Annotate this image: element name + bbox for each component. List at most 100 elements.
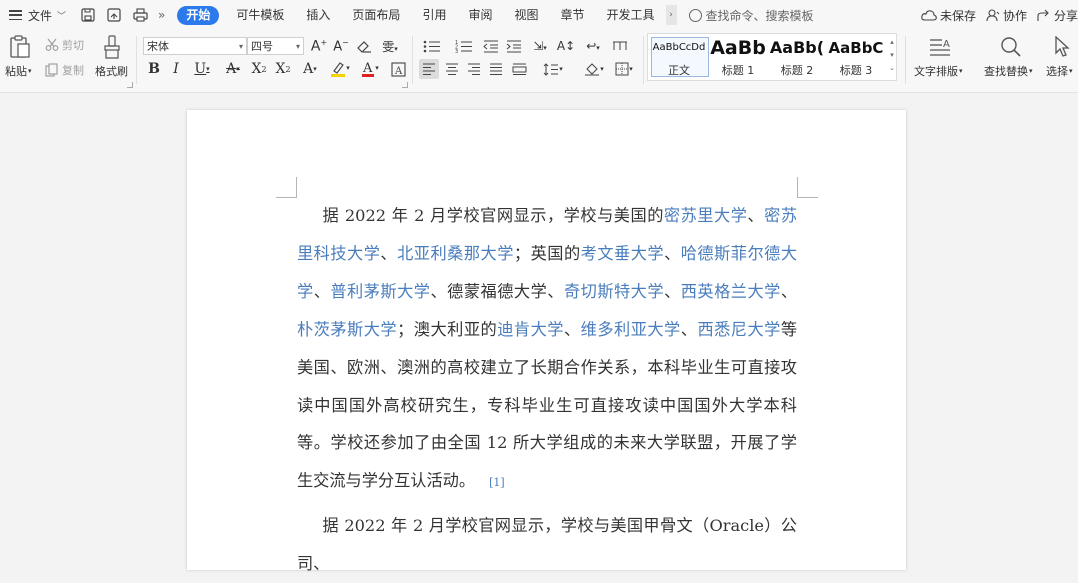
italic-icon[interactable]: I bbox=[167, 60, 185, 78]
document-canvas[interactable]: 据 2022 年 2 月学校官网显示，学校与美国的密苏里大学、密苏里科技大学、北… bbox=[0, 93, 1078, 573]
unsaved-status-button[interactable]: 未保存 bbox=[921, 7, 976, 24]
borders-icon[interactable]: ▾ bbox=[611, 60, 637, 78]
tab-page-layout[interactable]: 页面布局 bbox=[341, 0, 411, 30]
select-cursor-icon[interactable] bbox=[1050, 35, 1074, 59]
export-pdf-icon[interactable] bbox=[106, 7, 122, 23]
highlight-icon[interactable]: ▾ bbox=[327, 59, 353, 77]
shrink-font-icon[interactable]: A− bbox=[332, 37, 350, 55]
bullet-list-icon[interactable] bbox=[419, 37, 445, 55]
font-dialog-launcher[interactable] bbox=[402, 82, 408, 88]
line-spacing-icon[interactable]: ▾ bbox=[540, 60, 566, 78]
cut-button[interactable]: 剪切 bbox=[45, 37, 84, 53]
justify-icon[interactable] bbox=[487, 60, 505, 78]
chinese-layout-icon[interactable]: ⇲▾ bbox=[528, 37, 552, 55]
find-icon[interactable] bbox=[999, 35, 1023, 59]
font-color-icon[interactable]: A ▾ bbox=[358, 59, 382, 77]
university-link[interactable]: 迪肯大学 bbox=[497, 320, 564, 339]
paragraph-text: 等美国、欧洲、澳洲的高校建立了长期合作关系，本科毕业生可直接攻读中国国外高校研究… bbox=[297, 319, 798, 491]
tab-references[interactable]: 引用 bbox=[411, 0, 457, 30]
paste-button[interactable]: 粘贴 ▾ bbox=[5, 63, 32, 79]
align-left-icon[interactable] bbox=[419, 59, 439, 79]
decrease-indent-icon[interactable] bbox=[482, 37, 500, 55]
clear-formatting-icon[interactable] bbox=[355, 37, 373, 55]
grow-font-icon[interactable]: A+ bbox=[310, 37, 328, 55]
show-marks-icon[interactable]: ↩▾ bbox=[581, 37, 605, 55]
subscript-icon[interactable]: X2 bbox=[274, 60, 292, 78]
tab-sections[interactable]: 章节 bbox=[549, 0, 595, 30]
command-search[interactable]: 查找命令、搜索模板 bbox=[688, 7, 929, 24]
text-layout-button[interactable]: 文字排版 ▾ bbox=[914, 63, 963, 79]
file-menu-label: 文件 bbox=[28, 8, 53, 23]
paste-icon[interactable] bbox=[8, 34, 32, 60]
tab-review[interactable]: 审阅 bbox=[457, 0, 503, 30]
university-link[interactable]: 密苏里大学 bbox=[664, 206, 748, 225]
font-size-value: 四号 bbox=[251, 40, 273, 53]
body-paragraph-2[interactable]: 据 2022 年 2 月学校官网显示，学校与美国甲骨文（Oracle）公司、 bbox=[297, 507, 797, 583]
university-link[interactable]: 西悉尼大学 bbox=[697, 320, 780, 339]
style-heading-1[interactable]: AaBb 标题 1 bbox=[710, 34, 766, 78]
tab-home[interactable]: 开始 bbox=[177, 5, 220, 25]
superscript-icon[interactable]: X2 bbox=[250, 60, 268, 78]
tab-developer[interactable]: 开发工具 bbox=[596, 0, 666, 30]
menu-hamburger-icon bbox=[9, 10, 22, 20]
text-effects-icon[interactable]: A ▾ bbox=[298, 60, 322, 78]
university-link[interactable]: 维多利亚大学 bbox=[581, 320, 681, 339]
phonetic-guide-icon[interactable]: 雯▾ bbox=[378, 37, 402, 55]
cut-label: 剪切 bbox=[62, 39, 84, 52]
bold-icon[interactable]: B bbox=[145, 60, 163, 78]
style-heading-2-preview: AaBb( bbox=[769, 38, 825, 57]
tab-view[interactable]: 视图 bbox=[503, 0, 549, 30]
share-button[interactable]: 分享 bbox=[1037, 7, 1078, 24]
format-painter-label: 格式刷 bbox=[95, 65, 128, 78]
format-painter-icon[interactable] bbox=[101, 34, 123, 60]
select-label: 选择 bbox=[1046, 65, 1068, 78]
style-heading-3[interactable]: AaBbC 标题 3 bbox=[828, 34, 884, 78]
collaborate-user-icon bbox=[986, 8, 1000, 21]
character-border-icon[interactable]: A bbox=[389, 60, 407, 78]
university-link[interactable]: 北亚利桑那大学 bbox=[397, 244, 514, 263]
tab-templates[interactable]: 可牛模板 bbox=[225, 0, 295, 30]
svg-text:A: A bbox=[943, 39, 950, 50]
collaborate-button[interactable]: 协作 bbox=[986, 7, 1027, 24]
strikethrough-icon[interactable]: A ▾ bbox=[221, 60, 245, 78]
style-heading-2[interactable]: AaBb( 标题 2 bbox=[769, 34, 825, 78]
share-icon bbox=[1037, 9, 1049, 21]
clipboard-dialog-launcher[interactable] bbox=[127, 82, 133, 88]
format-painter-button[interactable]: 格式刷 bbox=[95, 63, 128, 79]
tab-stops-icon[interactable] bbox=[611, 37, 629, 55]
align-right-icon[interactable] bbox=[465, 60, 483, 78]
font-name-select[interactable]: 宋体 ▾ bbox=[143, 37, 247, 55]
style-normal-preview: AaBbCcDd bbox=[652, 42, 706, 53]
shading-icon[interactable]: ▾ bbox=[581, 60, 607, 78]
university-link[interactable]: 考文垂大学 bbox=[581, 244, 664, 263]
more-quick-access-icon[interactable]: » bbox=[158, 8, 165, 22]
increase-indent-icon[interactable] bbox=[505, 37, 523, 55]
numbered-list-icon[interactable]: 123 bbox=[451, 37, 477, 55]
save-icon[interactable] bbox=[80, 7, 96, 23]
sort-icon[interactable]: A↕ bbox=[557, 37, 575, 55]
document-page[interactable]: 据 2022 年 2 月学校官网显示，学校与美国的密苏里大学、密苏里科技大学、北… bbox=[187, 110, 906, 573]
university-link[interactable]: 西英格兰大学 bbox=[681, 282, 781, 301]
unsaved-label: 未保存 bbox=[939, 8, 976, 23]
style-normal[interactable]: AaBbCcDd 正文 bbox=[651, 34, 707, 78]
style-heading-1-name: 标题 1 bbox=[721, 64, 755, 77]
copy-button[interactable]: 复制 bbox=[45, 62, 84, 78]
styles-scroll-icon[interactable]: ▴ ▾ ⌄ bbox=[889, 36, 895, 75]
align-center-icon[interactable] bbox=[443, 60, 461, 78]
university-link[interactable]: 普利茅斯大学 bbox=[330, 282, 430, 301]
body-paragraph-1[interactable]: 据 2022 年 2 月学校官网显示，学校与美国的密苏里大学、密苏里科技大学、北… bbox=[297, 197, 797, 502]
print-icon[interactable] bbox=[132, 7, 148, 23]
footnote-reference[interactable]: [1] bbox=[489, 476, 505, 489]
font-size-select[interactable]: 四号 ▾ bbox=[247, 37, 304, 55]
font-name-value: 宋体 bbox=[147, 40, 169, 53]
distributed-align-icon[interactable] bbox=[510, 60, 528, 78]
text-layout-icon[interactable]: A bbox=[928, 35, 952, 59]
tabs-scroll-right-icon[interactable]: › bbox=[665, 5, 677, 25]
file-menu[interactable]: 文件 ﹀ bbox=[0, 7, 66, 24]
university-link[interactable]: 奇切斯特大学 bbox=[564, 282, 664, 301]
tab-insert[interactable]: 插入 bbox=[295, 0, 341, 30]
find-replace-button[interactable]: 查找替换 ▾ bbox=[984, 63, 1033, 79]
university-link[interactable]: 朴茨茅斯大学 bbox=[297, 320, 397, 339]
select-button[interactable]: 选择 ▾ bbox=[1046, 63, 1073, 79]
underline-icon[interactable]: U ▾ bbox=[190, 60, 214, 78]
